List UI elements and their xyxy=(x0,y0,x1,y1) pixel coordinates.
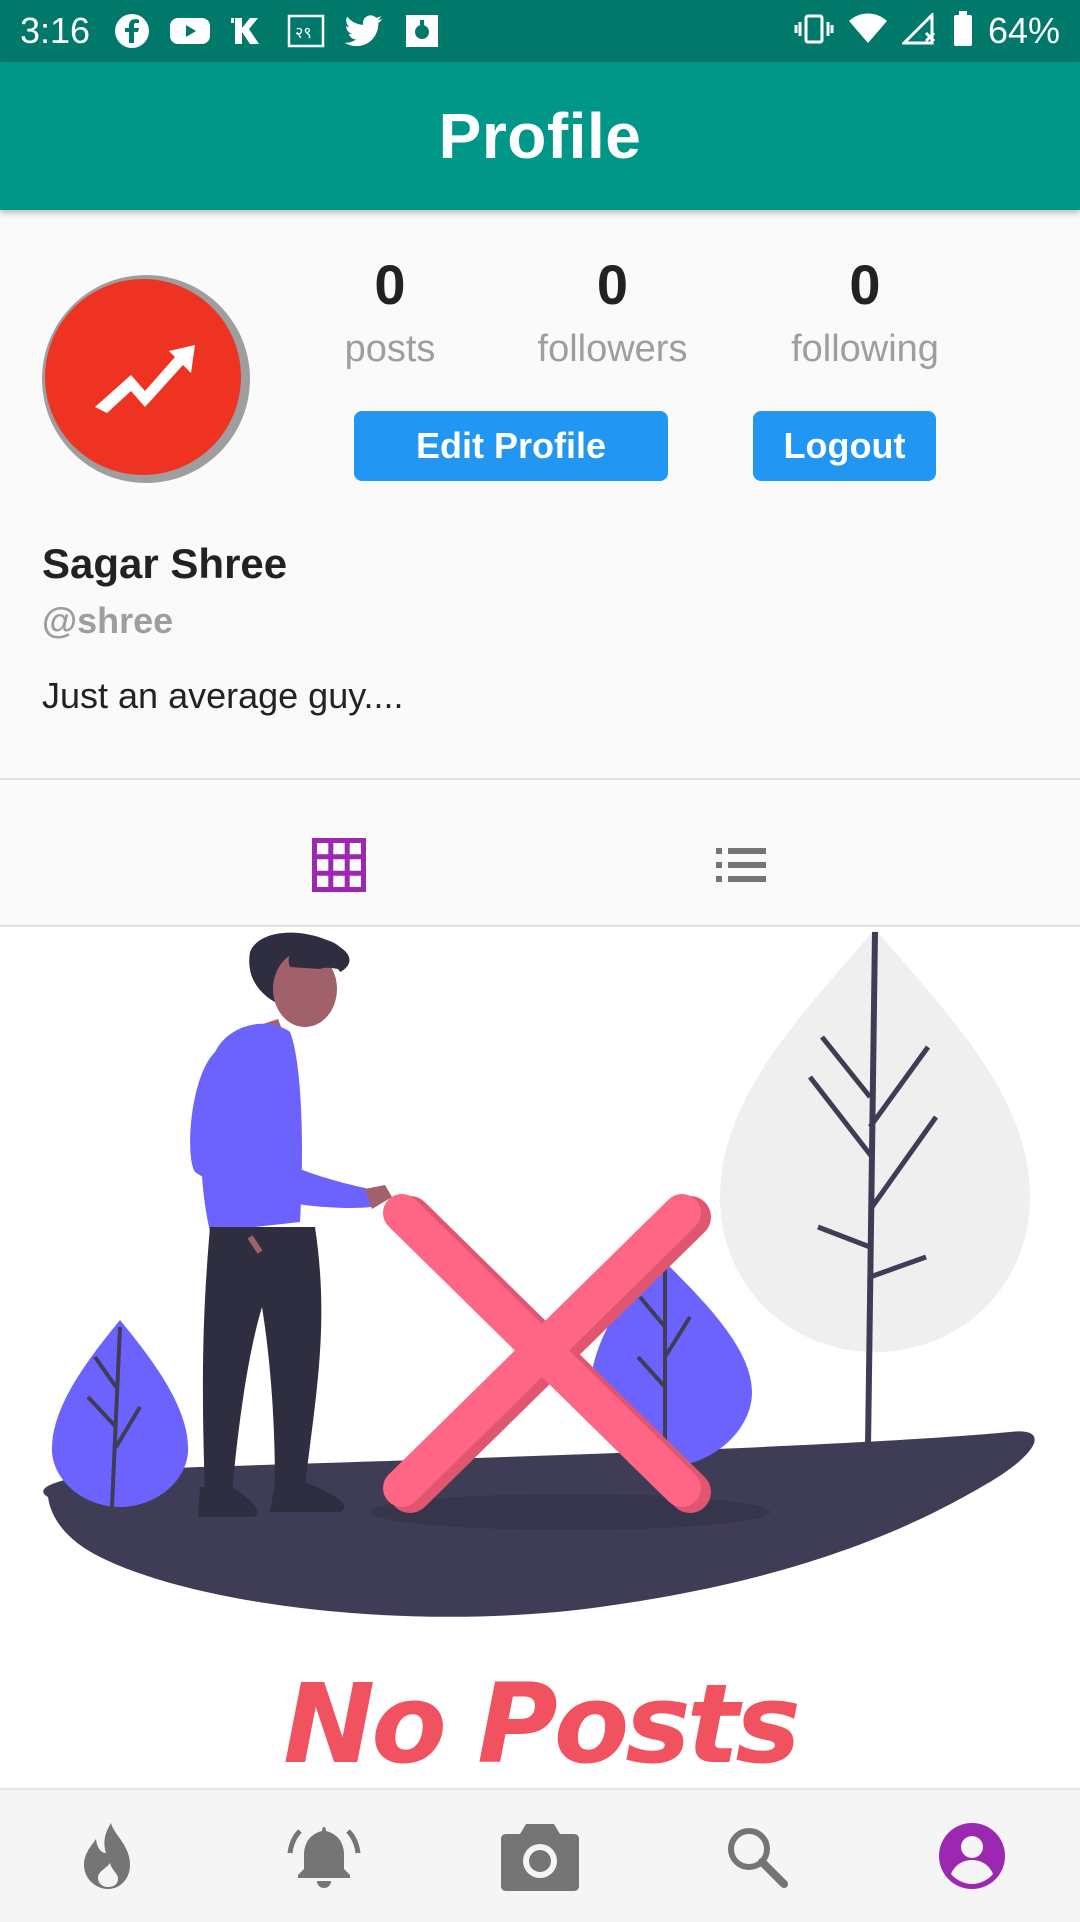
timeline-icon xyxy=(84,1823,130,1889)
app-bar: Profile xyxy=(0,62,1080,210)
twitter-icon xyxy=(344,11,384,51)
nav-timeline[interactable] xyxy=(48,1790,168,1922)
bottom-navigation xyxy=(0,1788,1080,1922)
followers-count: 0 xyxy=(596,253,629,316)
notifications-icon xyxy=(287,1827,361,1888)
notification-app-icon xyxy=(402,11,442,51)
signal-icon xyxy=(900,10,938,50)
stat-following: 0 following xyxy=(770,255,960,377)
following-label: following xyxy=(791,328,939,370)
battery-icon xyxy=(952,10,974,52)
nav-profile[interactable] xyxy=(912,1790,1032,1922)
facebook-icon xyxy=(112,11,152,51)
battery-percent: 64% xyxy=(987,10,1060,51)
nav-camera[interactable] xyxy=(480,1790,600,1922)
stat-posts: 0 posts xyxy=(330,255,450,377)
profile-icon xyxy=(939,1823,1005,1889)
empty-state-text: No Posts xyxy=(283,1660,801,1788)
svg-text:२९: २९ xyxy=(295,23,312,42)
logout-button[interactable]: Logout xyxy=(753,411,936,481)
camera-icon xyxy=(501,1824,579,1891)
display-name: Sagar Shree xyxy=(42,540,288,587)
empty-state-illustration xyxy=(0,927,1080,1787)
list-view-icon[interactable] xyxy=(716,848,766,887)
news-app-icon: २९ xyxy=(286,11,326,51)
youtube-icon xyxy=(170,11,211,51)
page-title: Profile xyxy=(438,100,642,172)
person-figure xyxy=(190,932,392,1517)
avatar-image xyxy=(45,279,241,475)
status-time: 3:16 xyxy=(20,10,91,51)
nav-notifications[interactable] xyxy=(264,1790,384,1922)
posts-label: posts xyxy=(344,328,436,370)
followers-label: followers xyxy=(537,328,688,370)
wifi-icon xyxy=(848,13,888,50)
trending-arrow-icon xyxy=(95,345,195,413)
edit-profile-button[interactable]: Edit Profile xyxy=(354,411,668,481)
bio: Just an average guy.... xyxy=(42,675,404,716)
nav-search[interactable] xyxy=(696,1790,816,1922)
divider xyxy=(0,778,1080,780)
vibrate-icon xyxy=(794,13,834,50)
following-count: 0 xyxy=(849,253,881,316)
avatar[interactable] xyxy=(42,275,250,483)
username: @shree xyxy=(42,600,174,641)
posts-count: 0 xyxy=(374,253,406,316)
stat-followers: 0 followers xyxy=(520,255,705,377)
search-icon xyxy=(728,1828,788,1888)
status-bar: 3:16 २९ 64% xyxy=(0,0,1080,62)
k-app-icon xyxy=(228,11,268,51)
grid-view-icon[interactable] xyxy=(312,838,366,897)
